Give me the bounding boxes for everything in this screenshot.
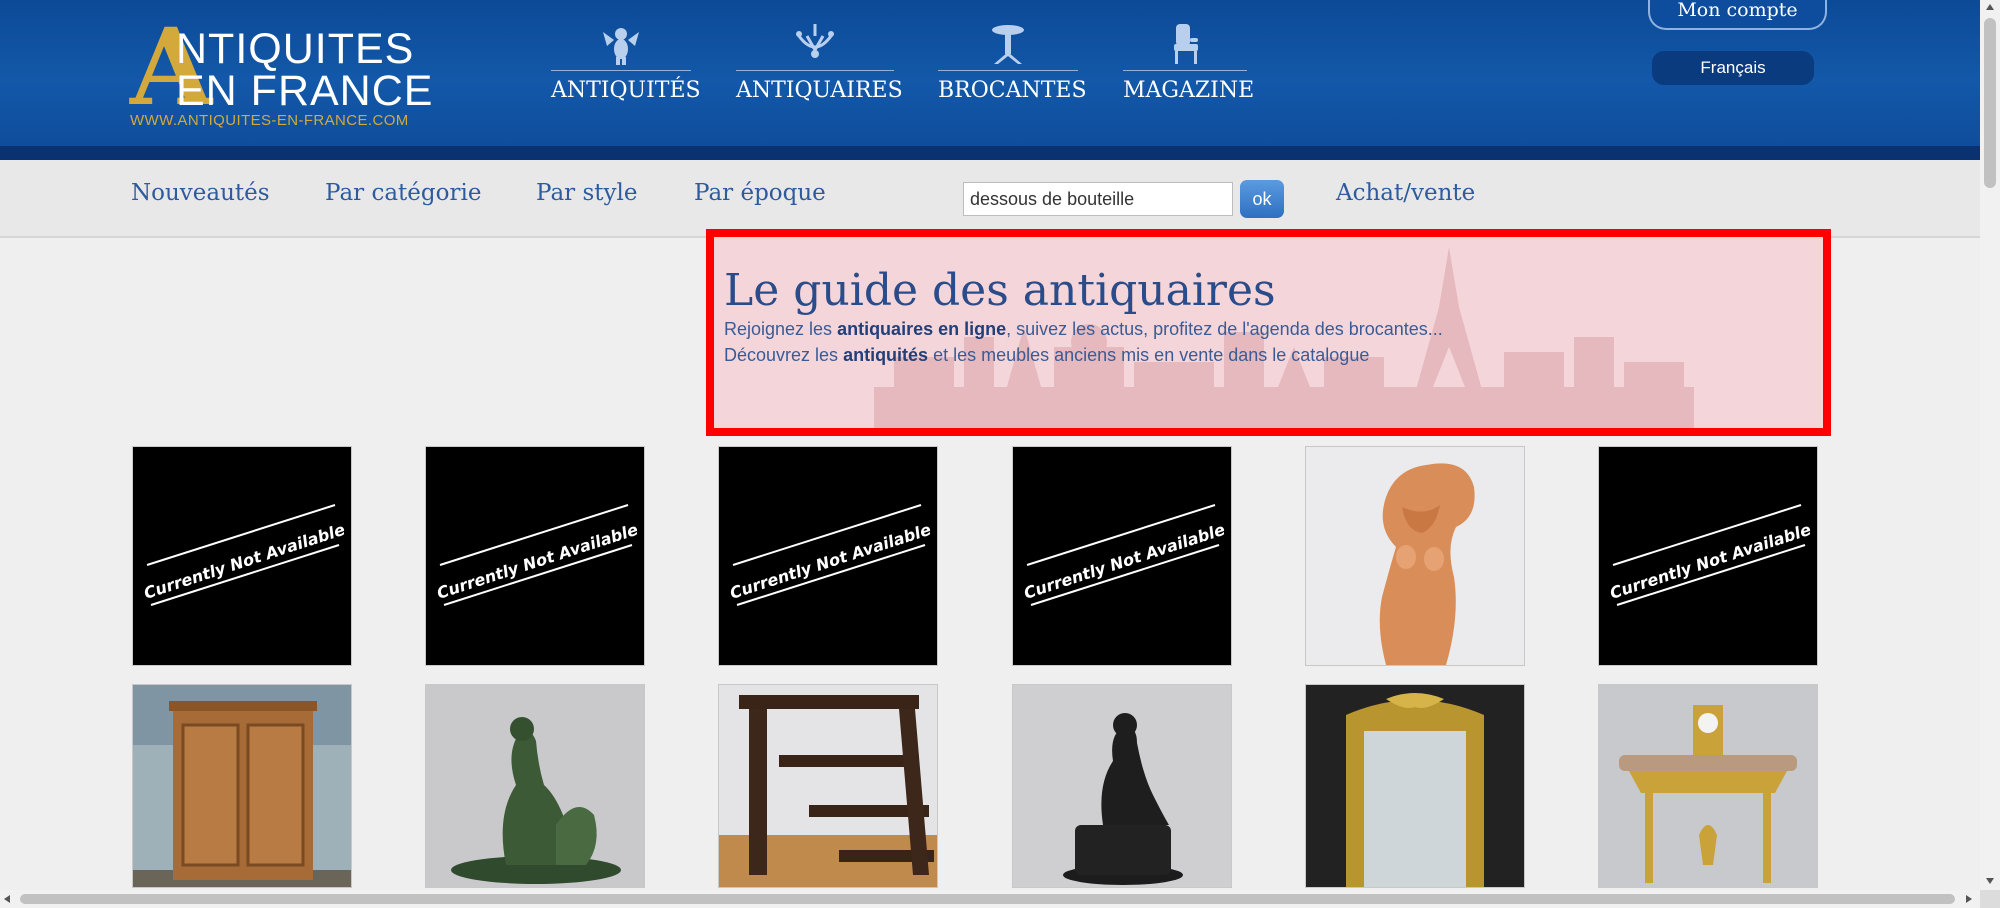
search-input[interactable]: dessous de bouteille [963,182,1233,216]
subnav-par-categorie[interactable]: Par catégorie [325,180,481,206]
product-card[interactable] [1012,684,1232,888]
horizontal-scroll-thumb[interactable] [20,894,1955,904]
product-card[interactable]: Currently Not Available [132,446,352,666]
not-available-placeholder: Currently Not Available [142,504,348,606]
guide-banner: Le guide des antiquaires Rejoignez les a… [706,229,1831,436]
subnav-par-style[interactable]: Par style [536,180,637,206]
subnav-nouveautes[interactable]: Nouveautés [131,180,270,206]
not-available-text: Currently Not Available [1608,520,1814,603]
black-bronze-seated-figure-image [1013,685,1231,887]
not-available-text: Currently Not Available [435,520,641,603]
product-card[interactable]: Currently Not Available [1012,446,1232,666]
product-card[interactable] [132,684,352,888]
banner-title: Le guide des antiquaires [724,265,1276,316]
search-ok-button[interactable]: ok [1240,180,1284,218]
gilt-mirror-image [1306,685,1524,887]
logo-url: WWW.ANTIQUITES-EN-FRANCE.COM [130,112,409,129]
not-available-placeholder: Currently Not Available [1022,504,1228,606]
vertical-scrollbar[interactable] [1980,0,2000,890]
scroll-left-icon[interactable] [4,895,10,903]
logo-text-antiquites: NTIQUITES [176,25,415,73]
nav-rule [551,70,691,71]
nav-brocantes[interactable]: BROCANTES [938,22,1087,112]
terracotta-sculpture-image [1306,447,1524,665]
nav-magazine-label: MAGAZINE [1123,78,1255,103]
armchair-icon [1165,22,1205,66]
nav-antiquites-label: ANTIQUITÉS [551,78,701,103]
account-button[interactable]: Mon compte [1648,0,1827,30]
bronze-faun-sculpture-image [426,685,644,887]
nav-antiquaires-label: ANTIQUAIRES [736,78,903,103]
banner-line-2-end: et les meubles anciens mis en vente dans… [928,345,1370,365]
not-available-text: Currently Not Available [142,520,348,603]
product-card[interactable] [425,684,645,888]
wooden-corner-cabinet-image [133,685,351,887]
not-available-placeholder: Currently Not Available [1608,504,1814,606]
site-logo[interactable]: A NTIQUITES EN FRANCE WWW.ANTIQUITES-EN-… [130,14,440,132]
banner-line-2: Découvrez les antiquités et les meubles … [724,345,1369,366]
scroll-right-icon[interactable] [1966,895,1972,903]
product-card[interactable]: Currently Not Available [425,446,645,666]
library-step-ladder-image [719,685,937,887]
antiquites-link[interactable]: antiquités [843,345,928,365]
language-selector[interactable]: Français [1652,51,1814,85]
scroll-down-icon[interactable] [1986,878,1994,884]
nav-rule [1123,70,1247,71]
chandelier-icon [795,22,835,66]
nav-rule [938,70,1078,71]
not-available-text: Currently Not Available [728,520,934,603]
logo-text-en-france: EN FRANCE [176,67,434,115]
not-available-placeholder: Currently Not Available [435,504,641,606]
product-card[interactable] [718,684,938,888]
not-available-text: Currently Not Available [1022,520,1228,603]
site-header: A NTIQUITES EN FRANCE WWW.ANTIQUITES-EN-… [0,0,1980,146]
vertical-scroll-thumb[interactable] [1984,18,1996,188]
pedestal-table-icon [988,22,1028,66]
nav-antiquaires[interactable]: ANTIQUAIRES [736,22,903,112]
header-stripe [0,146,1980,160]
antiquaires-en-ligne-link[interactable]: antiquaires en ligne [837,319,1006,339]
nav-antiquites[interactable]: ANTIQUITÉS [551,22,701,112]
product-card[interactable]: Currently Not Available [1598,446,1818,666]
banner-line-2-start: Découvrez les [724,345,844,365]
banner-line-1-end: , suivez les actus, profitez de l'agenda… [1006,319,1443,339]
banner-line-1: Rejoignez les antiquaires en ligne, suiv… [724,319,1443,340]
subnav-par-epoque[interactable]: Par époque [694,180,826,206]
product-card[interactable] [1598,684,1818,888]
product-card[interactable]: Currently Not Available [718,446,938,666]
banner-line-1-start: Rejoignez les [724,319,838,339]
nav-magazine[interactable]: MAGAZINE [1123,22,1255,112]
product-card[interactable] [1305,684,1525,888]
product-card[interactable] [1305,446,1525,666]
gilt-console-with-clock-image [1599,685,1817,887]
nav-brocantes-label: BROCANTES [938,78,1087,103]
sub-navigation: Nouveautés Par catégorie Par style Par é… [0,160,1980,238]
horizontal-scrollbar[interactable] [0,890,1980,908]
cherub-icon [601,22,641,66]
scrollbar-corner [1980,890,2000,908]
nav-rule [736,70,894,71]
not-available-placeholder: Currently Not Available [728,504,934,606]
scroll-up-icon[interactable] [1986,4,1994,10]
subnav-achat-vente[interactable]: Achat/vente [1336,180,1475,206]
